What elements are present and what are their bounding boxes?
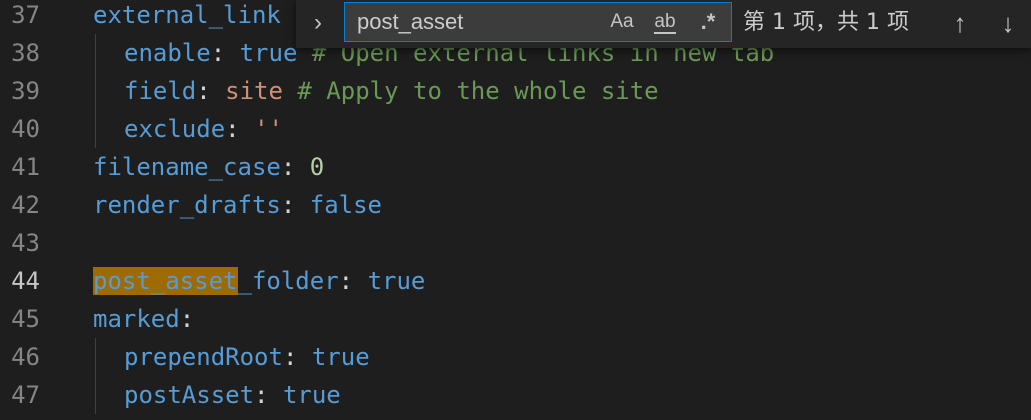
line-number: 38 xyxy=(11,39,40,67)
code-text: filename_case: 0 xyxy=(93,148,324,186)
code-token: _folder xyxy=(237,267,339,295)
code-token: external_link xyxy=(93,1,281,29)
code-token: : xyxy=(338,267,368,295)
line-number: 45 xyxy=(11,305,40,333)
match-case-button[interactable]: Aa xyxy=(605,7,639,37)
code-line[interactable]: 44 post_asset_folder: true xyxy=(0,262,1031,300)
line-number: 41 xyxy=(11,153,40,181)
code-text: prependRoot: true xyxy=(124,338,370,376)
line-number: 37 xyxy=(11,1,40,29)
code-editor[interactable]: 37 external_link 38 enable: true # Open ext… xyxy=(0,0,1031,420)
code-line[interactable]: 47 postAsset: true xyxy=(0,376,1031,414)
code-token: : xyxy=(254,381,283,409)
code-token: prependRoot xyxy=(124,343,283,371)
match-whole-word-label: ab xyxy=(654,11,676,34)
code-token: render_drafts xyxy=(93,191,281,219)
code-text: postAsset: true xyxy=(124,376,341,414)
code-token: : xyxy=(280,153,310,181)
chevron-right-icon[interactable]: › xyxy=(296,0,340,48)
line-number: 44 xyxy=(11,267,40,295)
code-token: # Apply to the whole site xyxy=(282,77,659,105)
code-token: : xyxy=(210,39,240,67)
code-token: site xyxy=(225,77,283,105)
code-line[interactable]: 40 exclude: '' xyxy=(0,110,1031,148)
indent-guide xyxy=(95,376,96,414)
code-line[interactable]: 39 field: site # Apply to the whole site xyxy=(0,72,1031,110)
previous-match-button[interactable]: ↑ xyxy=(942,0,978,48)
find-input-box[interactable]: Aa ab .* xyxy=(344,2,732,42)
code-line[interactable]: 43 xyxy=(0,224,1031,262)
find-input[interactable] xyxy=(345,3,600,41)
line-number: 43 xyxy=(11,229,40,257)
code-token: enable xyxy=(124,39,211,67)
indent-guide xyxy=(95,338,96,376)
code-token: true xyxy=(367,267,426,295)
code-text: field: site # Apply to the whole site xyxy=(124,72,659,110)
next-match-button[interactable]: ↓ xyxy=(990,0,1026,48)
search-match-highlight: post_asset xyxy=(93,267,238,295)
line-number: 40 xyxy=(11,115,40,143)
code-token: 0 xyxy=(309,153,325,181)
code-token: : xyxy=(280,191,310,219)
code-line[interactable]: 42 render_drafts: false xyxy=(0,186,1031,224)
code-text: post_asset_folder: true xyxy=(93,262,425,300)
line-number: 46 xyxy=(11,343,40,371)
code-token: marked xyxy=(93,305,180,333)
indent-guide xyxy=(95,34,96,72)
line-number: 39 xyxy=(11,77,40,105)
code-token: exclude xyxy=(124,115,226,143)
indent-guide xyxy=(95,110,96,148)
code-token: : xyxy=(225,115,255,143)
code-token: true xyxy=(311,343,370,371)
code-token: field xyxy=(124,77,197,105)
code-token: true xyxy=(282,381,341,409)
code-token: : xyxy=(282,343,312,371)
code-token: : xyxy=(179,305,195,333)
line-number: 42 xyxy=(11,191,40,219)
code-token: false xyxy=(309,191,382,219)
code-text: exclude: '' xyxy=(124,110,283,148)
code-token: filename_case xyxy=(93,153,281,181)
code-text: marked: xyxy=(93,300,194,338)
code-line[interactable]: 41 filename_case: 0 xyxy=(0,148,1031,186)
find-result-count: 第 1 项，共 1 项 xyxy=(743,10,909,35)
code-token: : xyxy=(196,77,226,105)
use-regex-button[interactable]: .* xyxy=(690,7,726,37)
code-text: external_link xyxy=(93,0,281,34)
line-number: 47 xyxy=(11,381,40,409)
code-token: postAsset xyxy=(124,381,255,409)
code-line[interactable]: 46 prependRoot: true xyxy=(0,338,1031,376)
find-widget: › Aa ab .* 第 1 项，共 1 项 ↑ ↓ xyxy=(296,0,1031,48)
code-line[interactable]: 45 marked: xyxy=(0,300,1031,338)
code-text: render_drafts: false xyxy=(93,186,382,224)
code-token: '' xyxy=(254,115,283,143)
code-token: true xyxy=(239,39,298,67)
match-whole-word-button[interactable]: ab xyxy=(645,7,685,37)
indent-guide xyxy=(95,72,96,110)
